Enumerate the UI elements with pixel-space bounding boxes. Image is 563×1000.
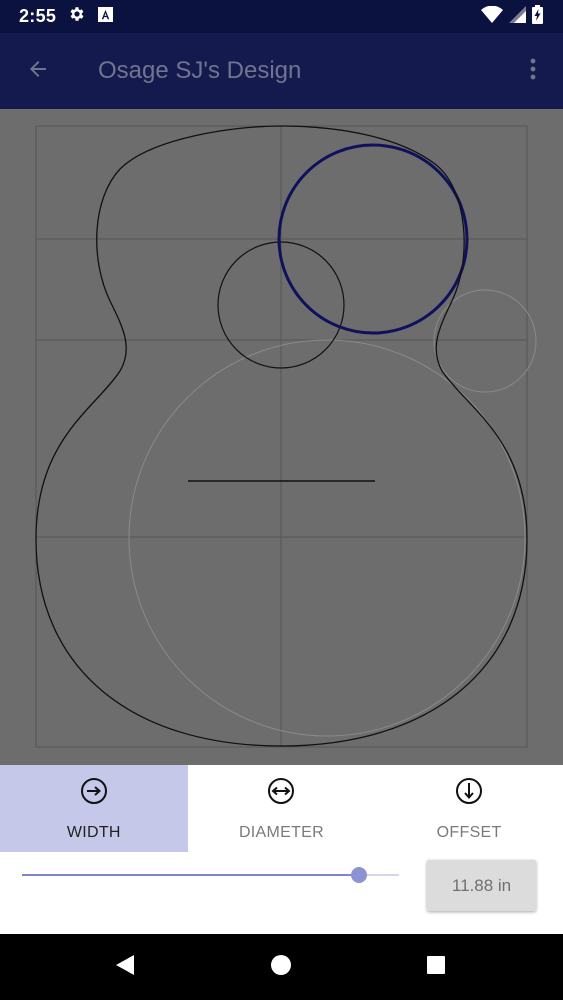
tab-label-diameter: DIAMETER [238,824,325,841]
overflow-menu-button[interactable] [503,33,563,109]
arrow-left-icon [26,57,50,86]
nav-recents-button[interactable] [401,934,471,1000]
tab-label-offset: OFFSET [436,824,502,841]
status-bar: 2:55 [0,0,563,33]
more-vert-icon [530,57,536,86]
signal-icon [509,5,526,28]
battery-charging-icon [532,4,543,29]
tab-label-width: WIDTH [66,824,121,841]
app-bar: Osage SJ's Design [0,33,563,109]
system-nav-bar [0,934,563,1000]
circle-arrows-horizontal-icon [267,777,295,810]
recents-square-icon [426,955,446,980]
circle-arrow-down-icon [455,777,483,810]
design-canvas[interactable] [0,109,563,765]
back-button[interactable] [0,33,76,109]
value-display-button[interactable]: 11.88 in [427,860,536,911]
slider-fill [22,874,360,876]
parameter-tabs: WIDTH DIAMETER OFFSET [0,765,563,852]
tab-offset[interactable]: OFFSET [375,765,563,852]
back-triangle-icon [115,954,135,981]
status-time: 2:55 [19,6,57,26]
slider-thumb[interactable] [351,867,368,883]
wifi-icon [481,5,503,28]
page-title: Osage SJ's Design [98,57,302,84]
a-box-icon [98,6,114,27]
tab-width[interactable]: WIDTH [0,765,188,852]
status-icons-left [68,5,114,28]
home-circle-icon [270,954,292,981]
tab-diameter[interactable]: DIAMETER [188,765,376,852]
nav-back-button[interactable] [90,934,160,1000]
slider-row: 11.88 in [0,852,563,934]
status-icons-right [481,4,543,29]
guitar-outline-drawing [35,125,537,748]
circle-arrow-right-icon [80,777,108,810]
gear-icon [68,5,86,28]
value-slider[interactable] [22,867,399,883]
nav-home-button[interactable] [246,934,316,1000]
